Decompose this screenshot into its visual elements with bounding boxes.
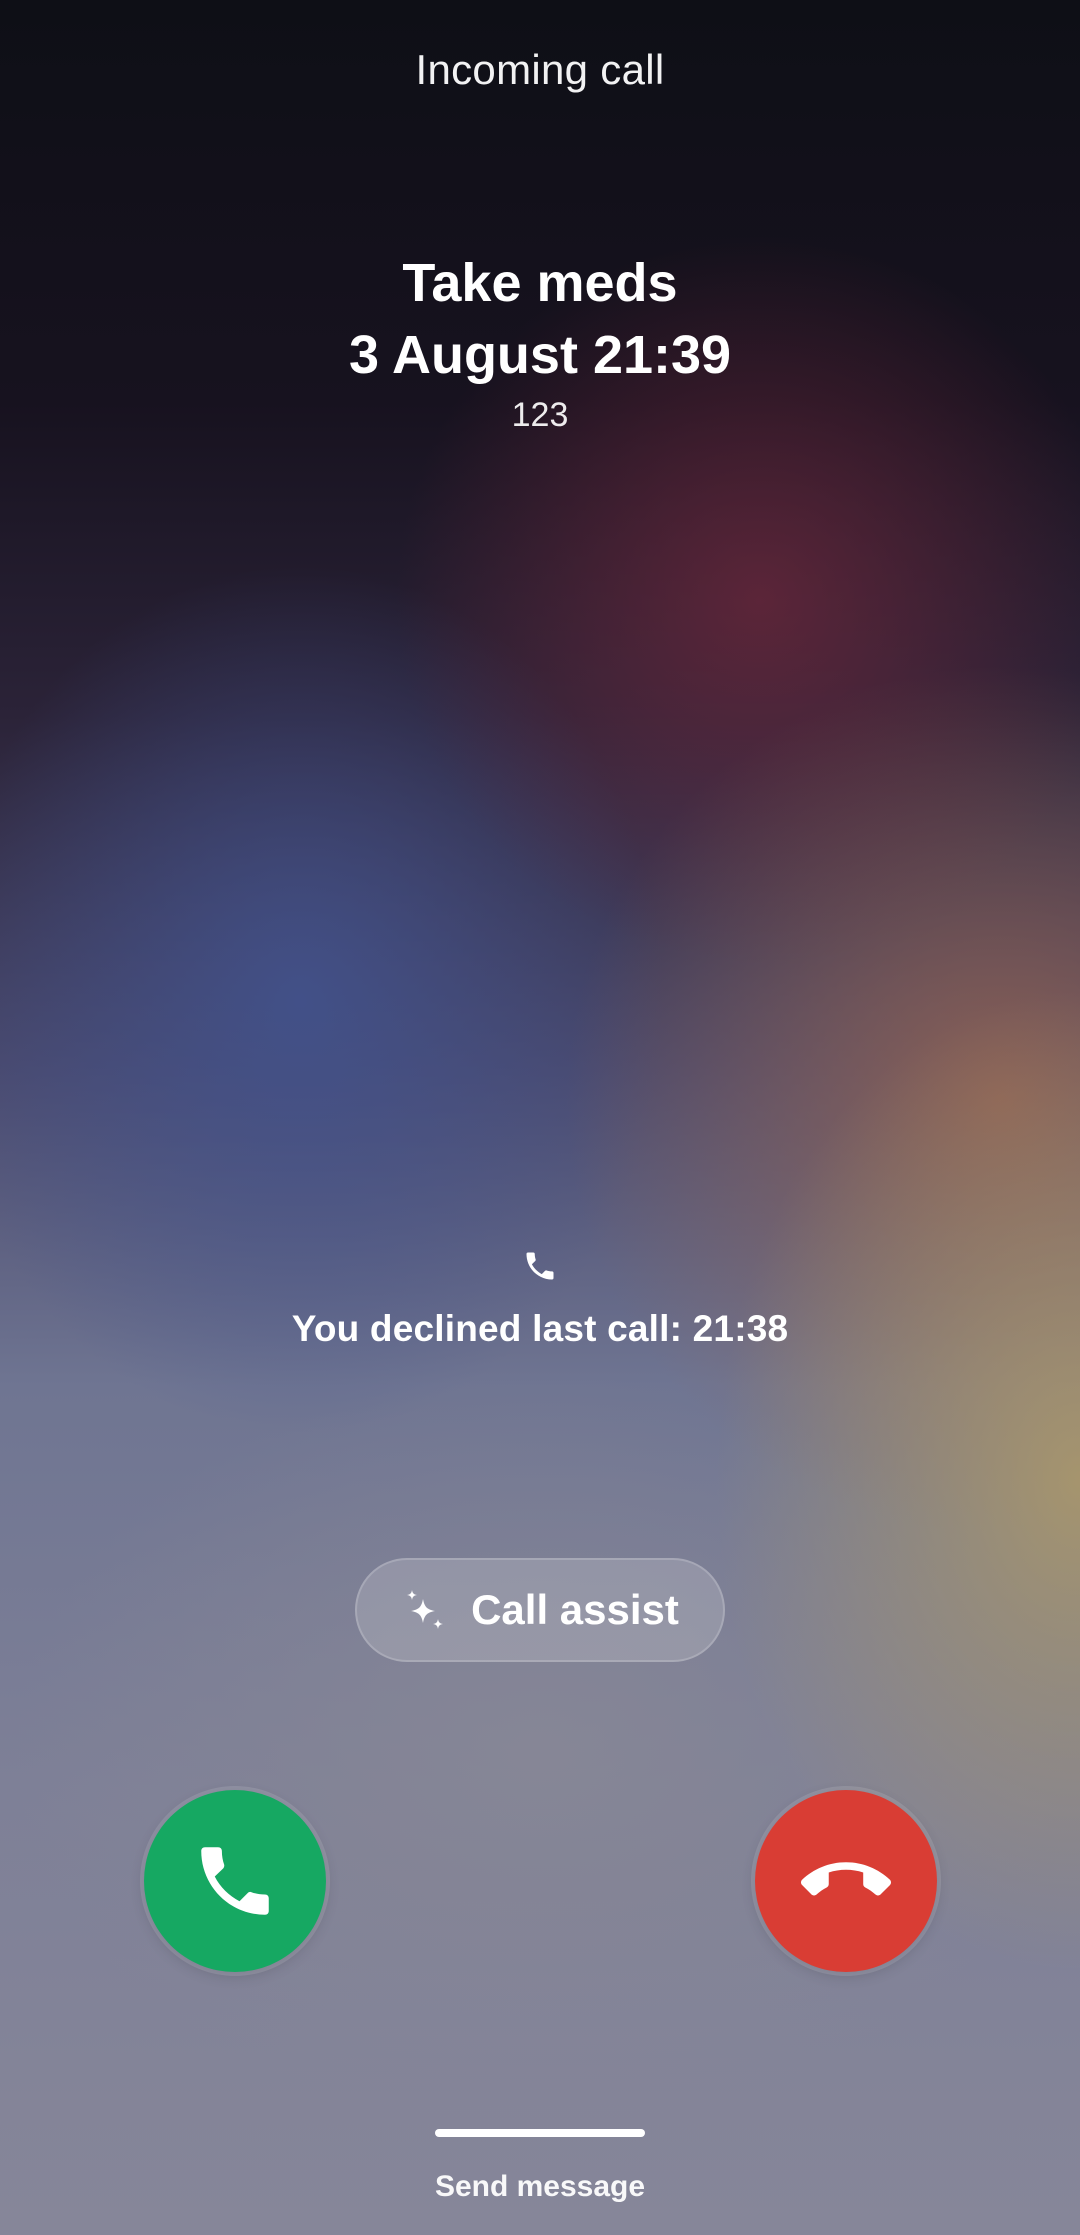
phone-answer-icon (201, 1847, 269, 1915)
caller-date-time: 3 August 21:39 (348, 325, 732, 385)
caller-number: 123 (511, 396, 569, 434)
answer-call-button[interactable] (144, 1790, 326, 1972)
phone-hangup-icon (801, 1862, 891, 1896)
decline-call-button[interactable] (755, 1790, 937, 1972)
send-message-label[interactable]: Send message (0, 2170, 1080, 2204)
last-call-info: You declined last call: 21:38 (291, 1308, 789, 1349)
call-assist-label: Call assist (471, 1586, 679, 1633)
incoming-call-title: Incoming call (415, 46, 665, 93)
sparkle-icon (407, 1590, 444, 1629)
phone-icon (526, 1252, 554, 1280)
call-assist-button[interactable]: Call assist (355, 1558, 725, 1662)
caller-name: Take meds (402, 253, 678, 313)
send-message-handle[interactable] (435, 2129, 645, 2137)
